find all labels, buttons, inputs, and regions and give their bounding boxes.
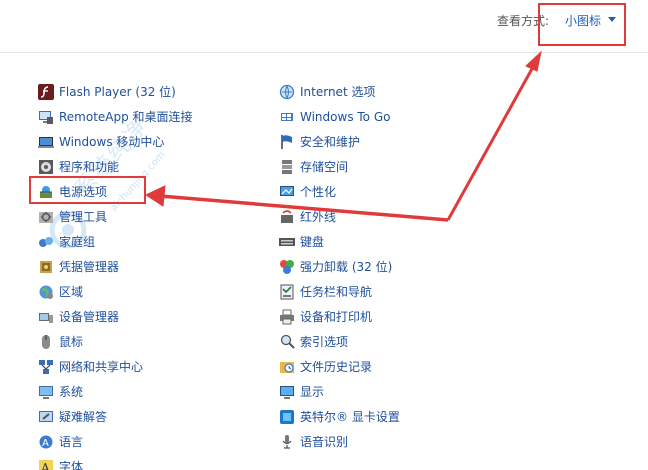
item-label: 网络和共享中心	[59, 360, 144, 374]
control-panel-page: 查看方式: 小图标 系统纯净 aichunjing.com Flash Play…	[0, 0, 648, 470]
annotation-box-power	[29, 176, 146, 204]
item-label: RemoteApp 和桌面连接	[59, 110, 193, 124]
storage-icon	[282, 159, 292, 174]
item-label: Internet 选项	[300, 85, 376, 99]
admin-tools-icon	[39, 211, 53, 223]
item-label: 语言	[59, 435, 84, 449]
item-region[interactable]: 区域	[38, 279, 193, 304]
keyboard-icon	[279, 237, 295, 246]
item-label: 疑难解答	[59, 410, 108, 424]
item-mouse[interactable]: 鼠标	[38, 329, 193, 354]
item-credential-manager[interactable]: 凭据管理器	[38, 254, 193, 279]
item-file-history[interactable]: 文件历史记录	[279, 354, 400, 379]
right-column: Internet 选项 Windows To Go 安全和维护 存储空间 个性化…	[279, 79, 400, 454]
item-personalization[interactable]: 个性化	[279, 179, 400, 204]
internet-icon	[279, 84, 295, 99]
troubleshoot-icon	[39, 410, 53, 422]
item-label: 程序和功能	[59, 160, 120, 174]
item-display[interactable]: 显示	[279, 379, 400, 404]
remoteapp-icon	[39, 110, 53, 124]
item-label: 语音识别	[300, 435, 349, 449]
item-storage-spaces[interactable]: 存储空间	[279, 154, 400, 179]
item-indexing-options[interactable]: 索引选项	[279, 329, 400, 354]
infrared-icon	[281, 209, 293, 223]
svg-text:A: A	[42, 438, 49, 449]
item-force-uninstall[interactable]: 强力卸载 (32 位)	[279, 254, 400, 279]
item-label: 设备和打印机	[300, 310, 373, 324]
item-label: 设备管理器	[59, 310, 120, 324]
item-label: 红外线	[300, 210, 337, 224]
display-icon	[280, 385, 294, 399]
security-flag-icon	[281, 134, 292, 149]
indexing-icon	[280, 334, 295, 349]
annotation-box-view	[538, 3, 626, 46]
item-label: 索引选项	[300, 335, 349, 349]
speech-icon	[282, 434, 292, 449]
svg-text:A: A	[40, 461, 50, 470]
region-icon	[39, 285, 53, 299]
programs-icon	[39, 159, 53, 174]
item-fonts[interactable]: A 字体	[38, 454, 193, 470]
item-flash-player[interactable]: Flash Player (32 位)	[38, 79, 193, 104]
item-label: 家庭组	[59, 235, 96, 249]
mouse-icon	[42, 334, 50, 349]
item-label: 凭据管理器	[59, 260, 120, 274]
system-icon	[39, 385, 53, 399]
item-label: 系统	[59, 385, 84, 399]
item-intel-graphics[interactable]: 英特尔® 显卡设置	[279, 404, 400, 429]
item-label: 安全和维护	[300, 135, 361, 149]
item-language[interactable]: A 语言	[38, 429, 193, 454]
flash-icon	[38, 83, 54, 100]
item-label: Flash Player (32 位)	[59, 85, 176, 99]
credential-icon	[40, 260, 52, 273]
item-label: 个性化	[300, 185, 337, 199]
item-label: 键盘	[300, 235, 325, 249]
homegroup-icon	[39, 236, 53, 247]
item-label: 强力卸载 (32 位)	[300, 260, 393, 274]
header-divider	[0, 52, 648, 53]
item-label: Windows To Go	[300, 109, 391, 124]
item-label: Windows 移动中心	[59, 135, 165, 149]
item-label: 文件历史记录	[300, 360, 373, 374]
item-troubleshooting[interactable]: 疑难解答	[38, 404, 193, 429]
left-column: Flash Player (32 位) RemoteApp 和桌面连接 Wind…	[38, 79, 193, 470]
uninstall-icon	[280, 259, 294, 274]
printer-icon	[280, 309, 294, 324]
intel-graphics-icon	[280, 409, 294, 424]
item-speech-recognition[interactable]: 语音识别	[279, 429, 400, 454]
item-infrared[interactable]: 红外线	[279, 204, 400, 229]
item-keyboard[interactable]: 键盘	[279, 229, 400, 254]
item-label: 显示	[300, 385, 325, 399]
item-system[interactable]: 系统	[38, 379, 193, 404]
mobility-center-icon	[38, 136, 54, 148]
item-label: 存储空间	[300, 160, 349, 174]
item-taskbar-navigation[interactable]: 任务栏和导航	[279, 279, 400, 304]
item-security-maintenance[interactable]: 安全和维护	[279, 129, 400, 154]
item-device-manager[interactable]: 设备管理器	[38, 304, 193, 329]
network-icon	[39, 359, 53, 374]
item-windows-mobility[interactable]: Windows 移动中心	[38, 129, 193, 154]
item-network-sharing[interactable]: 网络和共享中心	[38, 354, 193, 379]
device-manager-icon	[39, 312, 53, 323]
file-history-icon	[280, 361, 294, 373]
item-remoteapp[interactable]: RemoteApp 和桌面连接	[38, 104, 193, 129]
item-internet-options[interactable]: Internet 选项	[279, 79, 400, 104]
item-admin-tools[interactable]: 管理工具	[38, 204, 193, 229]
windows-to-go-icon	[281, 112, 293, 121]
personalization-icon	[280, 185, 294, 196]
item-label: 区域	[59, 285, 84, 299]
taskbar-icon	[280, 284, 294, 299]
language-icon: A	[39, 435, 53, 449]
item-label: 字体	[59, 460, 84, 470]
item-label: 任务栏和导航	[300, 285, 373, 299]
font-icon: A	[39, 459, 53, 470]
item-windows-to-go[interactable]: Windows To Go	[279, 104, 400, 129]
item-devices-printers[interactable]: 设备和打印机	[279, 304, 400, 329]
item-label: 鼠标	[59, 335, 84, 349]
item-label: 英特尔® 显卡设置	[300, 410, 400, 424]
item-homegroup[interactable]: 家庭组	[38, 229, 193, 254]
item-label: 管理工具	[59, 210, 108, 224]
